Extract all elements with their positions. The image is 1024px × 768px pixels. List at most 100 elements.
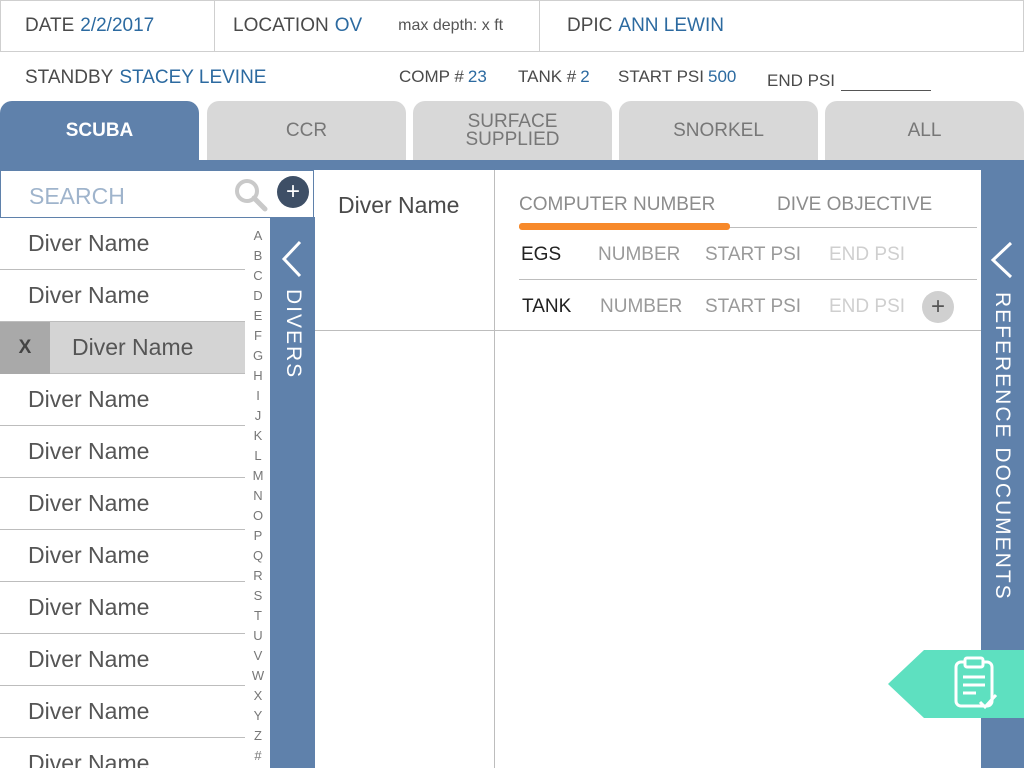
- tab-scuba[interactable]: SCUBA: [0, 101, 199, 160]
- start-psi-value: 500: [707, 67, 737, 86]
- tank-label: TANK #: [518, 67, 577, 86]
- alphabet-letter[interactable]: O: [247, 508, 269, 528]
- tab-dive-objective[interactable]: DIVE OBJECTIVE: [777, 194, 932, 216]
- clipboard-check-icon: [888, 650, 1024, 718]
- alphabet-letter[interactable]: N: [247, 488, 269, 508]
- standby-field[interactable]: STANDBY STACEY LEVINE: [25, 67, 266, 89]
- tab-surface-supplied[interactable]: SURFACE SUPPLIED: [413, 101, 612, 160]
- list-item[interactable]: Diver Name: [0, 478, 245, 530]
- divider: [494, 170, 495, 768]
- list-item[interactable]: Diver Name: [0, 582, 245, 634]
- comp-value: 23: [467, 67, 487, 86]
- alphabet-letter[interactable]: L: [247, 448, 269, 468]
- alphabet-letter[interactable]: V: [247, 648, 269, 668]
- tank-start-psi-field[interactable]: START PSI: [705, 296, 801, 318]
- tab-underline-band: [0, 160, 1024, 170]
- active-tab-indicator: [519, 223, 730, 230]
- start-psi-field[interactable]: START PSI 500: [618, 67, 736, 87]
- alphabet-letter[interactable]: P: [247, 528, 269, 548]
- alphabet-letter[interactable]: F: [247, 328, 269, 348]
- remove-diver-button[interactable]: X: [0, 321, 50, 374]
- tank-field[interactable]: TANK #2: [518, 67, 590, 87]
- egs-end-psi-field[interactable]: END PSI: [829, 244, 905, 266]
- reference-documents-label: REFERENCE DOCUMENTS: [991, 292, 1014, 601]
- location-value: OV: [334, 15, 363, 36]
- list-item[interactable]: Diver Name: [0, 530, 245, 582]
- divers-panel-label: DIVERS: [282, 289, 305, 380]
- dpic-label: DPIC: [567, 15, 613, 36]
- alphabet-letter[interactable]: X: [247, 688, 269, 708]
- list-item[interactable]: Diver Name: [0, 738, 245, 768]
- list-item-selected[interactable]: X Diver Name: [0, 321, 245, 374]
- tab-computer-number[interactable]: COMPUTER NUMBER: [519, 194, 715, 216]
- divider: [315, 330, 981, 331]
- egs-label: EGS: [521, 244, 562, 265]
- checklist-button[interactable]: [888, 650, 1024, 718]
- list-item[interactable]: Diver Name: [0, 426, 245, 478]
- tank-number-field[interactable]: NUMBER: [600, 296, 682, 318]
- alphabet-letter[interactable]: H: [247, 368, 269, 388]
- alphabet-letter[interactable]: E: [247, 308, 269, 328]
- alphabet-letter[interactable]: M: [247, 468, 269, 488]
- list-item[interactable]: Diver Name: [0, 270, 245, 322]
- list-item[interactable]: Diver Name: [0, 218, 245, 270]
- plus-icon: +: [285, 178, 300, 205]
- alphabet-letter[interactable]: U: [247, 628, 269, 648]
- end-psi-blank[interactable]: [841, 75, 932, 91]
- list-item[interactable]: Diver Name: [0, 374, 245, 426]
- search-bar[interactable]: SEARCH +: [0, 170, 314, 218]
- add-diver-button[interactable]: +: [277, 176, 309, 208]
- detail-diver-name: Diver Name: [338, 192, 460, 218]
- tab-all[interactable]: ALL: [825, 101, 1024, 160]
- tank-end-psi-field[interactable]: END PSI: [829, 296, 905, 318]
- list-item[interactable]: Diver Name: [0, 634, 245, 686]
- date-value: 2/2/2017: [80, 15, 155, 36]
- alphabet-letter[interactable]: T: [247, 608, 269, 628]
- tab-snorkel[interactable]: SNORKEL: [619, 101, 818, 160]
- alphabet-letter[interactable]: S: [247, 588, 269, 608]
- alphabet-letter[interactable]: C: [247, 268, 269, 288]
- location-field[interactable]: LOCATION OV max depth: x ft: [215, 1, 540, 51]
- alphabet-index[interactable]: A B C D E F G H I J K L M N O P Q R S T U V W X Y Z #: [247, 228, 269, 768]
- standby-value: STACEY LEVINE: [119, 67, 267, 88]
- dpic-field[interactable]: DPIC ANN LEWIN: [540, 1, 1023, 51]
- tank-row-label: TANK: [522, 296, 572, 317]
- divider: [519, 279, 977, 280]
- comp-field[interactable]: COMP #23: [399, 67, 487, 87]
- alphabet-letter[interactable]: #: [247, 748, 269, 768]
- diver-detail-panel: Diver Name COMPUTER NUMBER DIVE OBJECTIV…: [315, 170, 981, 768]
- start-psi-label: START PSI: [618, 67, 704, 86]
- tab-ccr[interactable]: CCR: [207, 101, 406, 160]
- chevron-left-icon: [990, 241, 1013, 279]
- plus-icon: +: [930, 293, 945, 320]
- alphabet-letter[interactable]: D: [247, 288, 269, 308]
- dpic-value: ANN LEWIN: [618, 15, 724, 36]
- tank-value: 2: [580, 67, 590, 86]
- alphabet-letter[interactable]: J: [247, 408, 269, 428]
- chevron-left-icon: [281, 240, 302, 278]
- alphabet-letter[interactable]: W: [247, 668, 269, 688]
- end-psi-field[interactable]: END PSI: [767, 71, 932, 91]
- alphabet-letter[interactable]: A: [247, 228, 269, 248]
- dive-type-tabs: SCUBA CCR SURFACE SUPPLIED SNORKEL ALL: [0, 101, 1024, 160]
- end-psi-label: END PSI: [767, 71, 836, 90]
- search-input[interactable]: SEARCH: [29, 183, 125, 210]
- alphabet-letter[interactable]: I: [247, 388, 269, 408]
- max-depth-text: max depth: x ft: [398, 17, 504, 34]
- add-tank-button[interactable]: +: [922, 291, 954, 323]
- egs-start-psi-field[interactable]: START PSI: [705, 244, 801, 266]
- alphabet-letter[interactable]: G: [247, 348, 269, 368]
- alphabet-letter[interactable]: Z: [247, 728, 269, 748]
- diver-list: Diver Name Diver Name X Diver Name Diver…: [0, 218, 245, 768]
- alphabet-letter[interactable]: K: [247, 428, 269, 448]
- magnifier-icon[interactable]: [233, 177, 269, 213]
- dive-info-bar: STANDBY STACEY LEVINE COMP #23 TANK #2 ST…: [0, 53, 1024, 101]
- alphabet-letter[interactable]: R: [247, 568, 269, 588]
- alphabet-letter[interactable]: B: [247, 248, 269, 268]
- alphabet-letter[interactable]: Q: [247, 548, 269, 568]
- egs-number-field[interactable]: NUMBER: [598, 244, 680, 266]
- alphabet-letter[interactable]: Y: [247, 708, 269, 728]
- divers-panel-toggle[interactable]: DIVERS: [270, 217, 315, 768]
- date-field[interactable]: DATE 2/2/2017: [1, 1, 215, 51]
- list-item[interactable]: Diver Name: [0, 686, 245, 738]
